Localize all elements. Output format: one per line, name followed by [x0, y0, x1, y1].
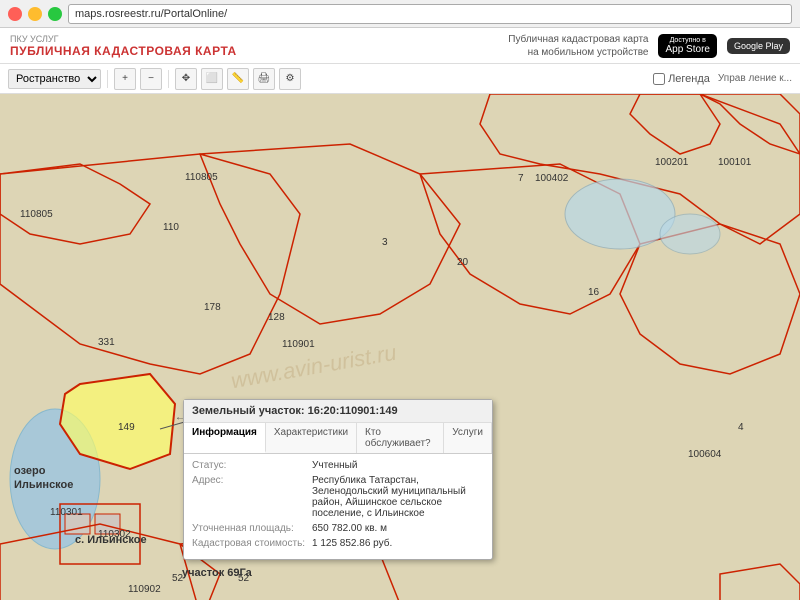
popup-row-status: Статус: Учтенный [192, 460, 484, 471]
legend-label[interactable]: Легенда [653, 73, 710, 85]
label-village: с. Ильинское [75, 534, 147, 546]
label-331: 331 [98, 337, 115, 348]
label-178: 178 [204, 302, 221, 313]
label-110902-1: 110902 [128, 584, 161, 595]
pan-button[interactable]: ✥ [175, 68, 197, 90]
popup-value-area: 650 782.00 кв. м [312, 523, 484, 534]
popup-value-status: Учтенный [312, 460, 484, 471]
popup-row-cost: Кадастровая стоимость: 1 125 852.86 руб. [192, 538, 484, 549]
popup-value-address: Республика Татарстан, Зеленодольский мун… [312, 475, 484, 519]
google-play-button[interactable]: Google Play [727, 38, 790, 54]
settings-button[interactable]: ⚙ [279, 68, 301, 90]
label-3: 3 [382, 237, 388, 248]
toolbar: Ространство + − ✥ ⬜ 📏 🖨 ⚙ Легенда Управ … [0, 64, 800, 94]
url-bar[interactable] [68, 4, 792, 24]
label-100101: 100101 [718, 157, 751, 168]
app-title: ПУБЛИЧНАЯ КАДАСТРОВАЯ КАРТА [10, 44, 237, 58]
popup-content: Статус: Учтенный Адрес: Республика Татар… [184, 454, 492, 559]
layer-select[interactable]: Ространство [8, 69, 101, 89]
popup-label-status: Статус: [192, 460, 312, 471]
popup-label-cost: Кадастровая стоимость: [192, 538, 312, 549]
label-100201: 100201 [655, 157, 688, 168]
browser-chrome [0, 0, 800, 28]
popup-title: Земельный участок: 16:20:110901:149 [184, 400, 492, 423]
label-110: 110 [163, 222, 179, 233]
popup-row-area: Уточненная площадь: 650 782.00 кв. м [192, 523, 484, 534]
toolbar-right: Легенда Управ ление к... [653, 73, 792, 85]
tab-who-serves[interactable]: Кто обслуживает? [357, 423, 444, 453]
label-110805-2: 110805 [185, 172, 218, 183]
close-btn[interactable] [8, 7, 22, 21]
label-lake: озероИльинское [14, 464, 73, 493]
label-16: 16 [588, 287, 599, 298]
tab-information[interactable]: Информация [184, 423, 266, 453]
label-128: 128 [268, 312, 285, 323]
label-149: 149 [118, 422, 135, 433]
popup-row-address: Адрес: Республика Татарстан, Зеленодольс… [192, 475, 484, 519]
tab-services[interactable]: Услуги [444, 423, 492, 453]
app-store-button[interactable]: Доступно в App Store [658, 34, 716, 58]
select-button[interactable]: ⬜ [201, 68, 223, 90]
label-20: 20 [457, 257, 468, 268]
legend-checkbox[interactable] [653, 73, 665, 85]
minimize-btn[interactable] [28, 7, 42, 21]
print-button[interactable]: 🖨 [253, 68, 275, 90]
label-parcel: участок 69Га [182, 567, 252, 579]
header-right: Публичная кадастровая карта на мобильном… [508, 33, 790, 59]
label-100402: 100402 [535, 173, 568, 184]
label-7: 7 [518, 173, 524, 184]
zoom-out-button[interactable]: − [140, 68, 162, 90]
popup-value-cost: 1 125 852.86 руб. [312, 538, 484, 549]
label-110301: 110301 [50, 507, 83, 518]
separator-1 [107, 70, 108, 88]
maximize-btn[interactable] [48, 7, 62, 21]
header-branding: ПКУ УСЛУГ ПУБЛИЧНАЯ КАДАСТРОВАЯ КАРТА [10, 34, 237, 58]
label-4: 4 [738, 422, 744, 433]
label-100604-1: 100604 [688, 449, 721, 460]
popup-tabs: Информация Характеристики Кто обслуживае… [184, 423, 492, 454]
promo-text: Публичная кадастровая карта на мобильном… [508, 33, 648, 59]
ruler-button[interactable]: 📏 [227, 68, 249, 90]
label-110805-1: 110805 [20, 209, 53, 220]
popup-label-area: Уточненная площадь: [192, 523, 312, 534]
zoom-in-button[interactable]: + [114, 68, 136, 90]
info-popup: Земельный участок: 16:20:110901:149 Инфо… [183, 399, 493, 560]
app-header: ПКУ УСЛУГ ПУБЛИЧНАЯ КАДАСТРОВАЯ КАРТА Пу… [0, 28, 800, 64]
tab-characteristics[interactable]: Характеристики [266, 423, 357, 453]
separator-2 [168, 70, 169, 88]
service-label: ПКУ УСЛУГ [10, 34, 237, 44]
manage-label: Управ ление к... [718, 73, 792, 84]
map-container[interactable]: www.avin-urist.ru 110805 110805 110901 1… [0, 94, 800, 600]
popup-label-address: Адрес: [192, 475, 312, 486]
label-110901: 110901 [282, 339, 315, 350]
